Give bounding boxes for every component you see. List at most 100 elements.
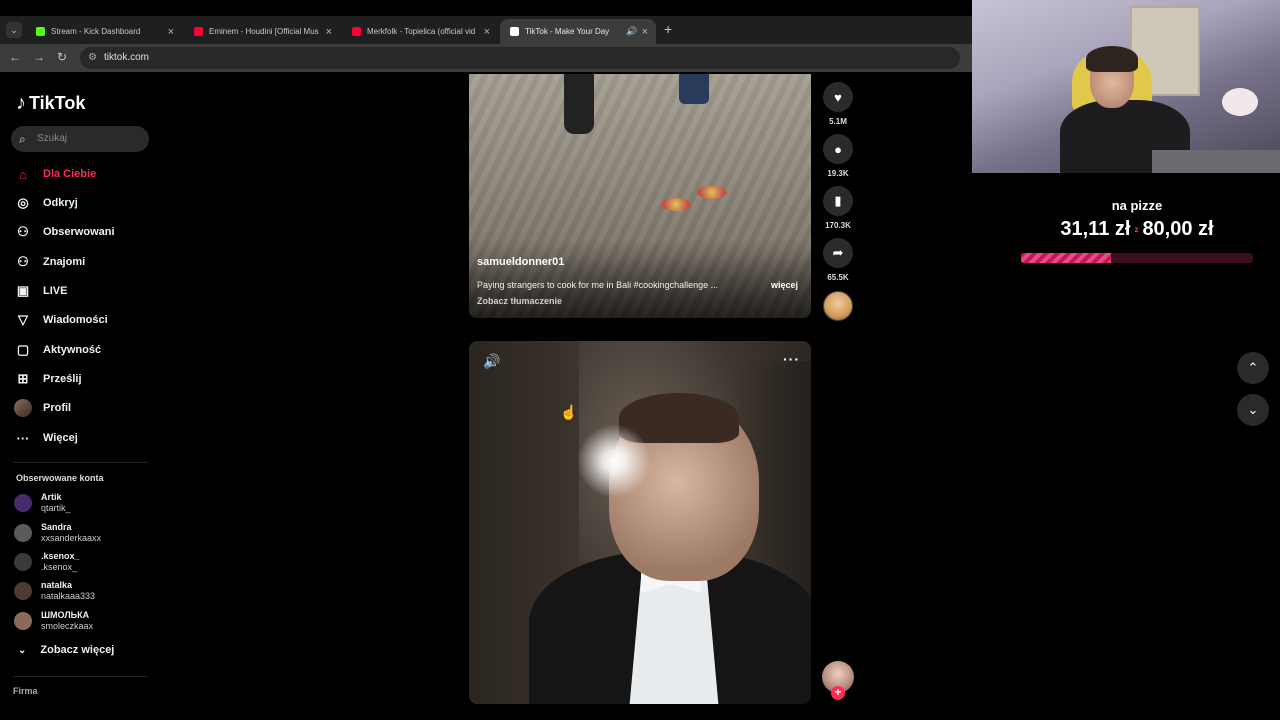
bag-shape — [679, 74, 709, 104]
nav-messages[interactable]: ▽ Wiadomości — [14, 310, 108, 330]
nav-following[interactable]: ⚇ Obserwowani — [14, 222, 114, 242]
nav-friends[interactable]: ⚇ Znajomi — [14, 252, 85, 272]
video-player[interactable]: samueldonner01 Paying strangers to cook … — [469, 74, 811, 318]
compass-icon: ◎ — [17, 195, 29, 210]
comment-count: 19.3K — [827, 169, 849, 178]
tab-search-button[interactable]: ⌄ — [6, 22, 22, 38]
video-player[interactable]: 🔊 ··· — [469, 341, 811, 704]
browser-tab-bar: ⌄ Stream - Kick Dashboard × Eminem - Hou… — [0, 16, 972, 44]
forward-icon[interactable]: → — [33, 50, 45, 64]
nav-live[interactable]: ▣ LIVE — [14, 281, 68, 301]
tiktok-note-icon: ♪ — [16, 92, 26, 114]
tiktok-favicon-icon — [510, 27, 519, 36]
chevron-up-icon: ⌃ — [1247, 360, 1259, 375]
close-tab-icon[interactable]: × — [326, 26, 332, 38]
chevron-down-icon: ⌄ — [1247, 402, 1259, 417]
account-avatar — [14, 553, 32, 571]
video-caption-shade — [469, 238, 811, 318]
friends-icon: ⚇ — [17, 254, 29, 269]
like-button[interactable]: ♥ 5.1M — [822, 82, 854, 126]
account-avatar — [14, 494, 32, 512]
goal-separator: z — [1134, 225, 1139, 235]
webcam-feed — [972, 0, 1280, 173]
search-placeholder: Szukaj — [37, 133, 68, 144]
back-icon[interactable]: ← — [9, 50, 21, 64]
snack-shape — [697, 186, 727, 199]
browser-tab[interactable]: Merkfolk - Topielica (official vid × — [342, 19, 498, 44]
share-button[interactable]: ➦ 65.5K — [822, 238, 854, 282]
close-tab-icon[interactable]: × — [642, 26, 648, 38]
close-tab-icon[interactable]: × — [168, 26, 174, 38]
share-icon: ➦ — [823, 238, 853, 268]
bookmark-button[interactable]: ▮ 170.3K — [822, 186, 854, 230]
new-tab-button[interactable]: + — [664, 21, 672, 37]
streamer-hair-shape — [1086, 46, 1138, 72]
youtube-favicon-icon — [194, 27, 203, 36]
heart-icon: ♥ — [823, 82, 853, 112]
translate-button[interactable]: Zobacz tłumaczenie — [477, 296, 562, 306]
nav-more[interactable]: ··· Więcej — [14, 428, 78, 448]
youtube-favicon-icon — [352, 27, 361, 36]
upload-icon: ⊞ — [17, 371, 29, 386]
reload-icon[interactable]: ↻ — [57, 50, 67, 64]
nav-profile[interactable]: Profil — [14, 398, 71, 418]
scroll-down-button[interactable]: ⌄ — [1237, 394, 1269, 426]
follow-plus-icon[interactable]: + — [831, 686, 845, 700]
following-account[interactable]: ШМОЛЬКА smoleczkaax — [14, 608, 93, 634]
browser-tab-active[interactable]: TikTok - Make Your Day 🔊 × — [500, 19, 656, 44]
close-tab-icon[interactable]: × — [484, 26, 490, 38]
more-options-icon[interactable]: ··· — [783, 351, 800, 367]
goal-current: 31,11 zł — [1060, 218, 1131, 240]
chevron-down-icon: ⌄ — [18, 644, 27, 656]
browser-tab[interactable]: Stream - Kick Dashboard × — [26, 19, 182, 44]
kick-favicon-icon — [36, 27, 45, 36]
creator-avatar[interactable] — [823, 291, 853, 321]
site-info-icon[interactable]: ⚙ — [88, 47, 97, 69]
goal-target: 80,00 zł — [1142, 218, 1214, 240]
browser-toolbar: ← → ↻ ⚙ tiktok.com — [0, 44, 972, 72]
tiktok-logo[interactable]: ♪ TikTok — [16, 92, 85, 115]
account-avatar — [14, 582, 32, 600]
lens-flare-shape — [574, 421, 654, 501]
following-account[interactable]: Sandra xxsanderkaaxx — [14, 520, 101, 546]
nav-activity[interactable]: ▢ Aktywność — [14, 340, 101, 360]
comment-button[interactable]: ● 19.3K — [822, 134, 854, 178]
account-avatar — [14, 612, 32, 630]
following-account[interactable]: Artik qtartik_ — [14, 490, 71, 516]
nav-for-you[interactable]: ⌂ Dla Ciebie — [14, 164, 96, 184]
url-text: tiktok.com — [104, 52, 150, 63]
tab-audio-icon[interactable]: 🔊 — [626, 26, 637, 37]
donation-progress-fill — [1021, 253, 1112, 263]
nav-upload[interactable]: ⊞ Prześlij — [14, 369, 82, 389]
home-icon: ⌂ — [19, 166, 27, 182]
messages-icon: ▽ — [18, 312, 28, 327]
description-more-button[interactable]: więcej — [771, 280, 798, 290]
following-accounts-title: Obserwowane konta — [16, 473, 104, 483]
bookmark-icon: ▮ — [823, 186, 853, 216]
comment-icon: ● — [823, 134, 853, 164]
sidebar-divider — [13, 462, 148, 463]
video-username[interactable]: samueldonner01 — [477, 256, 564, 268]
see-more-button[interactable]: ⌄ Zobacz więcej — [18, 644, 114, 656]
sound-icon[interactable]: 🔊 — [483, 353, 500, 370]
search-icon: ⌕ — [19, 132, 26, 146]
video-description: Paying strangers to cook for me in Bali … — [477, 280, 719, 290]
more-icon: ··· — [16, 430, 30, 446]
search-input[interactable]: ⌕ Szukaj — [11, 126, 149, 152]
donation-progress-bar — [1021, 253, 1253, 263]
bookmark-count: 170.3K — [825, 221, 851, 230]
scroll-up-button[interactable]: ⌃ — [1237, 352, 1269, 384]
donation-goal-title: na pizze — [1111, 198, 1163, 213]
nav-explore[interactable]: ◎ Odkryj — [14, 193, 78, 213]
plush-toy-shape — [1222, 88, 1258, 116]
browser-tab[interactable]: Eminem - Houdini [Official Mus × — [184, 19, 340, 44]
sidebar-divider — [13, 676, 148, 677]
following-account[interactable]: natalka natalkaaa333 — [14, 578, 95, 604]
footer-company-link[interactable]: Firma — [13, 686, 38, 696]
following-account[interactable]: .ksenox_ .ksenox_ — [14, 549, 80, 575]
address-bar[interactable]: ⚙ tiktok.com — [80, 47, 960, 69]
live-icon: ▣ — [16, 283, 30, 298]
like-count: 5.1M — [829, 117, 847, 126]
profile-avatar-icon — [14, 399, 32, 417]
activity-icon: ▢ — [16, 342, 30, 357]
